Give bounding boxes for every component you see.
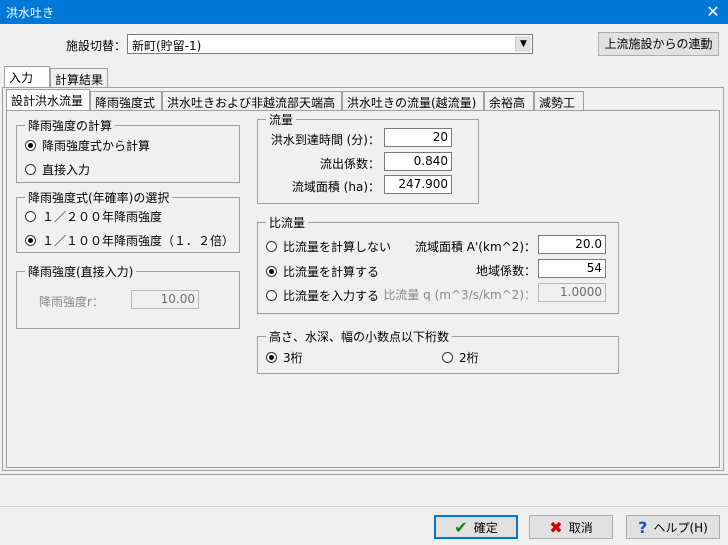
chevron-down-icon[interactable]: ▼: [515, 36, 531, 52]
window-title: 洪水吐き: [6, 6, 55, 20]
radio-label: １／２００年降雨強度: [42, 210, 163, 224]
radio-rain-direct[interactable]: 直接入力: [25, 161, 90, 178]
radio-dot: [266, 241, 277, 252]
radio-no-specific-flow[interactable]: 比流量を計算しない: [266, 238, 391, 255]
rain-calc-group: 降雨強度の計算 降雨強度式から計算 直接入力: [16, 117, 240, 183]
cancel-button[interactable]: ✖ 取消: [529, 515, 613, 539]
rain-formula-group: 降雨強度式(年確率)の選択 １／２００年降雨強度 １／１００年降雨強度（１．２倍…: [16, 189, 240, 253]
tab-input[interactable]: 入力: [4, 66, 50, 87]
tab-design-flood[interactable]: 設計洪水流量: [6, 89, 90, 110]
radio-label: １／１００年降雨強度（１．２倍）: [42, 234, 235, 248]
radio-dot: [25, 164, 36, 175]
arrival-time-input[interactable]: 20: [384, 128, 452, 147]
rain-direct-title: 降雨強度(直接入力): [25, 263, 137, 280]
rain-direct-group: 降雨強度(直接入力) 降雨強度r： 10.00: [16, 263, 240, 329]
decimals-title: 高さ、水深、幅の小数点以下桁数: [266, 328, 453, 345]
radio-label: 3桁: [283, 351, 303, 365]
rain-calc-title: 降雨強度の計算: [25, 117, 116, 134]
radio-label: 降雨強度式から計算: [42, 139, 151, 153]
rain-intensity-label: 降雨強度r：: [39, 295, 104, 309]
facility-label: 施設切替：: [66, 39, 127, 53]
radio-calc-specific-flow[interactable]: 比流量を計算する: [266, 263, 379, 280]
radio-rain-from-formula[interactable]: 降雨強度式から計算: [25, 137, 150, 154]
radio-label: 比流量を計算しない: [283, 240, 392, 254]
radio-dot: [442, 352, 453, 363]
help-button[interactable]: ? ヘルプ(H): [626, 515, 720, 539]
check-icon: ✔: [454, 517, 468, 537]
basin-area-km2-label: 流域面積 A'(km^2)：: [414, 240, 536, 254]
divider: [0, 474, 728, 475]
title-bar: 洪水吐き ✕: [0, 0, 728, 24]
radio-200-year[interactable]: １／２００年降雨強度: [25, 208, 162, 225]
radio-dot: [266, 266, 277, 277]
radio-dot: [25, 140, 36, 151]
tab-spillway-flow[interactable]: 洪水吐きの流量(越流量): [342, 91, 484, 110]
question-icon: ?: [638, 517, 648, 537]
facility-value: 新町(貯留-1): [132, 39, 202, 53]
radio-input-specific-flow[interactable]: 比流量を入力する: [266, 287, 379, 304]
facility-select[interactable]: 新町(貯留-1) ▼: [127, 34, 533, 54]
regional-coef-input[interactable]: 54: [538, 259, 606, 278]
radio-dot: [25, 211, 36, 222]
cancel-label: 取消: [568, 520, 593, 535]
flow-title: 流量: [266, 111, 297, 128]
design-flood-panel: 降雨強度の計算 降雨強度式から計算 直接入力 降雨強度式(年確率)の選択 １／２…: [6, 110, 720, 468]
tab-freeboard[interactable]: 余裕高: [484, 91, 534, 110]
tab-rain-formula[interactable]: 降雨強度式: [90, 91, 162, 110]
close-icon[interactable]: ✕: [698, 0, 728, 24]
specific-flow-q-input[interactable]: 1.0000: [538, 283, 606, 302]
radio-label: 直接入力: [42, 163, 91, 177]
basin-area-km2-input[interactable]: 20.0: [538, 235, 606, 254]
ok-button[interactable]: ✔ 確定: [434, 515, 518, 539]
rain-intensity-input[interactable]: 10.00: [131, 290, 199, 309]
divider: [0, 506, 728, 507]
specific-flow-q-label: 比流量 q (m^3/s/km^2)：: [383, 288, 536, 302]
radio-label: 比流量を入力する: [283, 289, 380, 303]
radio-3-digits[interactable]: 3桁: [266, 349, 303, 366]
tab-energy-dissipator[interactable]: 減勢工: [534, 91, 584, 110]
ok-label: 確定: [473, 520, 498, 535]
radio-dot: [266, 290, 277, 301]
rain-formula-title: 降雨強度式(年確率)の選択: [25, 189, 173, 206]
basin-area-input[interactable]: 247.900: [384, 175, 452, 194]
cross-icon: ✖: [549, 517, 563, 537]
radio-label: 比流量を計算する: [283, 265, 380, 279]
tab-results[interactable]: 計算結果: [50, 68, 108, 87]
upstream-link-button[interactable]: 上流施設からの連動: [598, 32, 719, 56]
basin-area-label: 流域面積 (ha)：: [291, 180, 380, 194]
arrival-time-label: 洪水到達時間 (分)：: [270, 133, 380, 147]
runoff-coef-input[interactable]: 0.840: [384, 152, 452, 171]
regional-coef-label: 地域係数：: [475, 264, 536, 278]
radio-dot: [266, 352, 277, 363]
runoff-coef-label: 流出係数：: [319, 157, 380, 171]
radio-2-digits[interactable]: 2桁: [442, 349, 479, 366]
decimals-group: 高さ、水深、幅の小数点以下桁数 3桁 2桁: [257, 328, 619, 374]
specific-flow-title: 比流量: [266, 214, 309, 231]
help-label: ヘルプ(H): [653, 520, 708, 535]
specific-flow-group: 比流量 比流量を計算しない 比流量を計算する 比流量を入力する 流域面積 A'(…: [257, 214, 619, 314]
radio-dot: [25, 235, 36, 246]
radio-100-year[interactable]: １／１００年降雨強度（１．２倍）: [25, 232, 234, 249]
flow-group: 流量 洪水到達時間 (分)： 20 流出係数： 0.840 流域面積 (ha)：…: [257, 111, 479, 204]
radio-label: 2桁: [459, 351, 479, 365]
tab-spillway-crest[interactable]: 洪水吐きおよび非越流部天端高: [162, 91, 342, 110]
